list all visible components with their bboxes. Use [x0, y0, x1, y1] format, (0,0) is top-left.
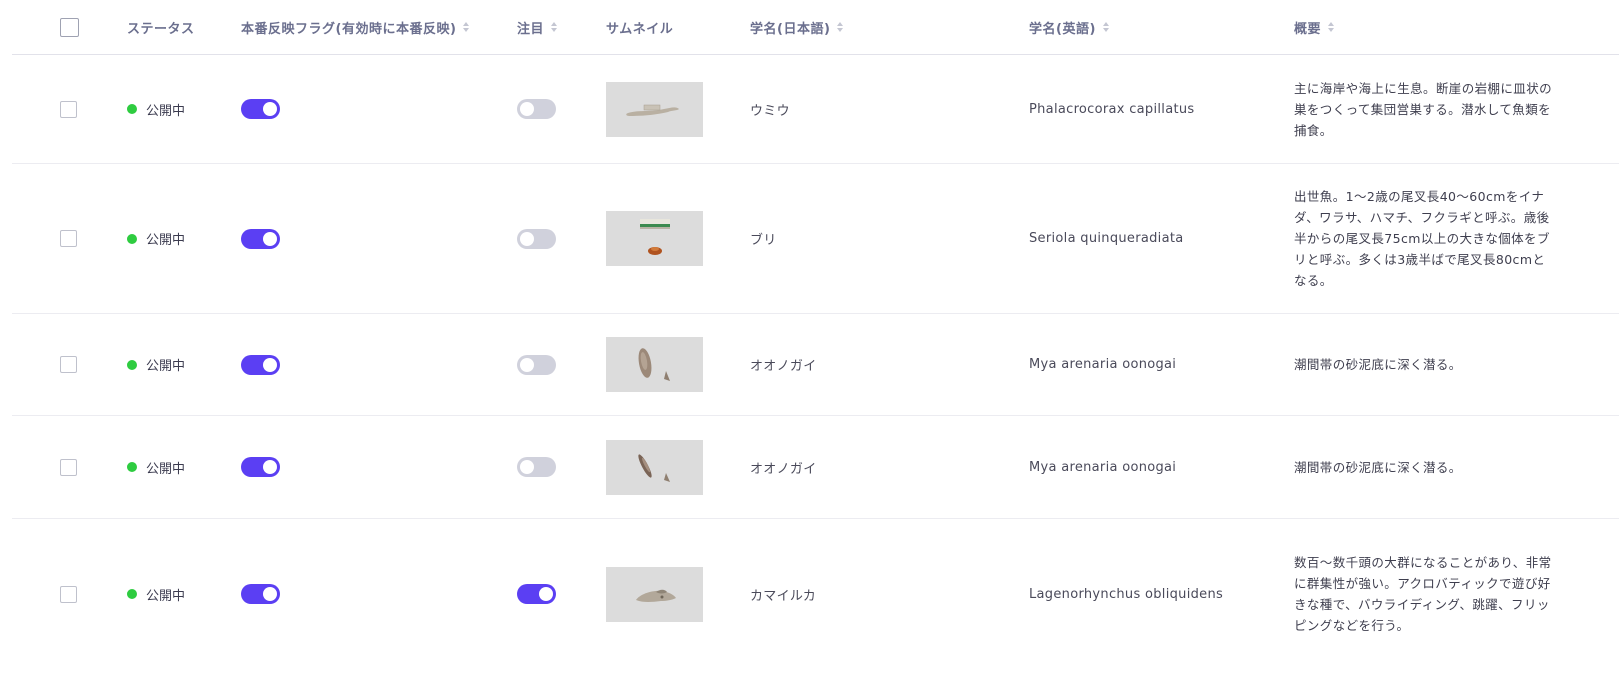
status-dot-icon	[127, 233, 137, 244]
attention-toggle[interactable]	[517, 457, 556, 477]
column-header-name-en[interactable]: 学名(英語)	[1029, 0, 1109, 54]
attention-toggle[interactable]	[517, 354, 556, 375]
summary-text: 潮間帯の砂泥底に深く潜る。	[1294, 459, 1462, 475]
row-checkbox[interactable]	[60, 100, 77, 118]
status-dot-icon	[127, 589, 137, 599]
summary-text: 数百〜数千頭の大群になることがあり、非常に群集性が強い。アクロバティックで遊び好…	[1294, 555, 1552, 633]
sort-icon[interactable]	[1328, 22, 1335, 32]
fish-specimen-thumbnail[interactable]	[606, 211, 703, 266]
table-row[interactable]: 公開中 オオノガイ Mya arenaria oonogai 潮間帯の砂泥底に深…	[12, 416, 1619, 519]
column-header-attention[interactable]: 注目	[517, 0, 558, 54]
name-ja: カマイルカ	[750, 588, 817, 604]
production-flag-toggle[interactable]	[241, 457, 280, 477]
select-all-checkbox[interactable]	[60, 17, 79, 37]
status-badge: 公開中	[146, 359, 186, 374]
status-badge: 公開中	[146, 588, 186, 604]
skull-thumbnail[interactable]	[606, 566, 703, 622]
status-badge: 公開中	[146, 103, 186, 119]
name-ja: ウミウ	[750, 103, 790, 119]
name-en: Mya arenaria oonogai	[1029, 459, 1177, 475]
summary-text: 主に海岸や海上に生息。断崖の岩棚に皿状の巣をつくって集団営巣する。潜水して魚類を…	[1294, 80, 1553, 138]
column-header-status: ステータス	[127, 21, 195, 37]
column-header-name-en-label: 学名(英語)	[1029, 21, 1096, 37]
table-row[interactable]: 公開中 カマイルカ Lagenorhynchus obliquidens 数百〜…	[12, 519, 1619, 669]
attention-toggle[interactable]	[517, 99, 556, 119]
status-dot-icon	[127, 462, 137, 472]
column-header-thumbnail: サムネイル	[606, 21, 674, 37]
sort-icon[interactable]	[1102, 22, 1109, 32]
row-checkbox[interactable]	[60, 230, 77, 247]
column-header-name-ja[interactable]: 学名(日本語)	[750, 0, 844, 54]
row-checkbox[interactable]	[60, 356, 77, 373]
column-header-flag[interactable]: 本番反映フラグ(有効時に本番反映)	[241, 0, 470, 54]
status-badge: 公開中	[146, 233, 186, 248]
table-header: ステータス 本番反映フラグ(有効時に本番反映) 注目 サムネイル 学名(日本語)…	[12, 0, 1619, 55]
name-ja: ブリ	[750, 233, 777, 248]
column-header-attention-label: 注目	[517, 21, 545, 37]
name-en: Lagenorhynchus obliquidens	[1029, 586, 1224, 602]
attention-toggle[interactable]	[517, 228, 556, 249]
status-badge: 公開中	[146, 461, 186, 477]
table-row[interactable]: 公開中 ブリ Seriola quinqueradiata 出世魚。1〜2歳の尾…	[12, 164, 1619, 314]
sort-icon[interactable]	[551, 22, 558, 32]
species-table: ステータス 本番反映フラグ(有効時に本番反映) 注目 サムネイル 学名(日本語)…	[12, 0, 1619, 669]
column-header-summary[interactable]: 概要	[1294, 0, 1554, 54]
summary-text: 出世魚。1〜2歳の尾叉長40〜60cmをイナダ、ワラサ、ハマチ、フクラギと呼ぶ。…	[1294, 189, 1550, 288]
status-dot-icon	[127, 359, 137, 370]
column-header-name-ja-label: 学名(日本語)	[750, 21, 831, 37]
table-row[interactable]: 公開中 ウミウ Phalacrocorax capillatus 主に海岸や海上…	[12, 55, 1619, 164]
column-header-summary-label: 概要	[1294, 21, 1322, 37]
shell-thumbnail[interactable]	[606, 337, 703, 392]
bone-thumbnail[interactable]	[606, 81, 703, 137]
column-header-flag-label: 本番反映フラグ(有効時に本番反映)	[241, 21, 457, 37]
summary-text: 潮間帯の砂泥底に深く潜る。	[1294, 357, 1462, 372]
row-checkbox[interactable]	[60, 585, 77, 603]
production-flag-toggle[interactable]	[241, 354, 280, 375]
name-ja: オオノガイ	[750, 461, 817, 477]
sort-icon[interactable]	[837, 22, 844, 32]
name-en: Mya arenaria oonogai	[1029, 357, 1177, 372]
shell-thumbnail[interactable]	[606, 439, 703, 495]
production-flag-toggle[interactable]	[241, 584, 280, 604]
sort-icon[interactable]	[463, 22, 470, 32]
name-ja: オオノガイ	[750, 359, 817, 374]
status-dot-icon	[127, 104, 137, 114]
production-flag-toggle[interactable]	[241, 228, 280, 249]
name-en: Phalacrocorax capillatus	[1029, 101, 1195, 117]
name-en: Seriola quinqueradiata	[1029, 231, 1184, 246]
production-flag-toggle[interactable]	[241, 99, 280, 119]
row-checkbox[interactable]	[60, 458, 77, 476]
attention-toggle[interactable]	[517, 584, 556, 604]
table-row[interactable]: 公開中 オオノガイ Mya arenaria oonogai 潮間帯の砂泥底に深…	[12, 314, 1619, 416]
